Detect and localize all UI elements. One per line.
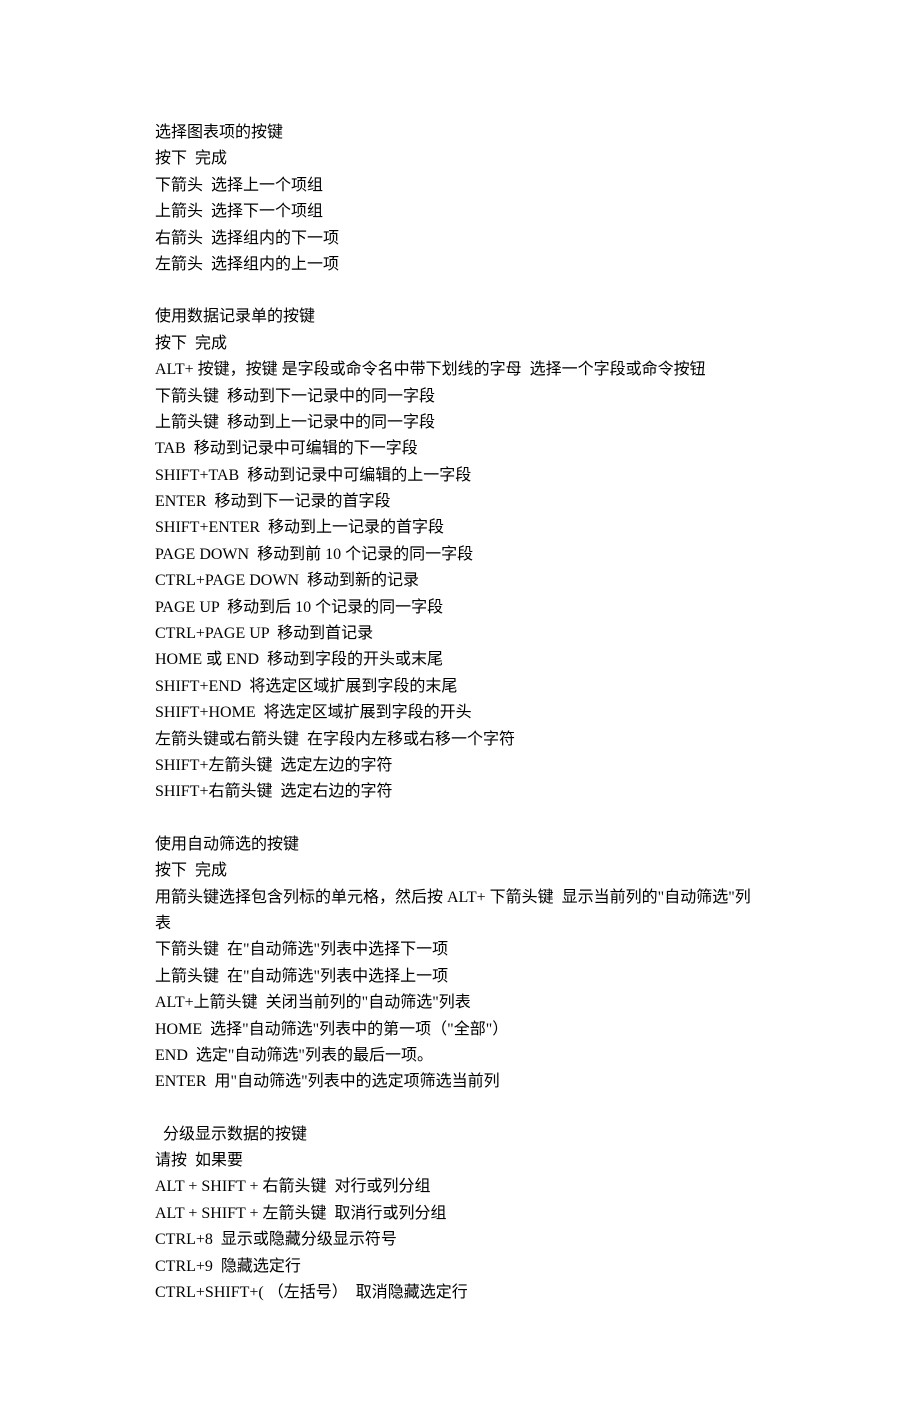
text-line: CTRL+PAGE UP 移动到首记录 [155, 621, 765, 647]
text-line: ALT+ 按键，按键 是字段或命令名中带下划线的字母 选择一个字段或命令按钮 [155, 357, 765, 383]
text-line: END 选定"自动筛选"列表的最后一项。 [155, 1043, 765, 1069]
text-line: SHIFT+左箭头键 选定左边的字符 [155, 753, 765, 779]
text-line: SHIFT+右箭头键 选定右边的字符 [155, 779, 765, 805]
text-line: 分级显示数据的按键 [155, 1122, 765, 1148]
text-line: HOME 选择"自动筛选"列表中的第一项（"全部"） [155, 1017, 765, 1043]
text-line: HOME 或 END 移动到字段的开头或末尾 [155, 647, 765, 673]
text-line: ENTER 用"自动筛选"列表中的选定项筛选当前列 [155, 1069, 765, 1095]
text-line: ALT+上箭头键 关闭当前列的"自动筛选"列表 [155, 990, 765, 1016]
text-line: 上箭头 选择下一个项组 [155, 199, 765, 225]
text-line: 使用自动筛选的按键 [155, 832, 765, 858]
text-line: 选择图表项的按键 [155, 120, 765, 146]
text-line: 按下 完成 [155, 858, 765, 884]
text-line: 请按 如果要 [155, 1148, 765, 1174]
text-line: ALT + SHIFT + 右箭头键 对行或列分组 [155, 1174, 765, 1200]
text-line: 按下 完成 [155, 146, 765, 172]
text-line: ALT + SHIFT + 左箭头键 取消行或列分组 [155, 1201, 765, 1227]
text-line: PAGE UP 移动到后 10 个记录的同一字段 [155, 595, 765, 621]
section-chart-keys: 选择图表项的按键 按下 完成 下箭头 选择上一个项组 上箭头 选择下一个项组 右… [155, 120, 765, 278]
text-line: ENTER 移动到下一记录的首字段 [155, 489, 765, 515]
text-line: 右箭头 选择组内的下一项 [155, 226, 765, 252]
text-line: 用箭头键选择包含列标的单元格，然后按 ALT+ 下箭头键 显示当前列的"自动筛选… [155, 885, 765, 938]
section-outline-keys: 分级显示数据的按键 请按 如果要 ALT + SHIFT + 右箭头键 对行或列… [155, 1122, 765, 1307]
text-line: SHIFT+END 将选定区域扩展到字段的末尾 [155, 674, 765, 700]
text-line: CTRL+PAGE DOWN 移动到新的记录 [155, 568, 765, 594]
text-line: CTRL+9 隐藏选定行 [155, 1254, 765, 1280]
text-line: 左箭头 选择组内的上一项 [155, 252, 765, 278]
text-line: 左箭头键或右箭头键 在字段内左移或右移一个字符 [155, 727, 765, 753]
text-line: SHIFT+ENTER 移动到上一记录的首字段 [155, 515, 765, 541]
text-line: CTRL+SHIFT+( （左括号） 取消隐藏选定行 [155, 1280, 765, 1306]
text-line: CTRL+8 显示或隐藏分级显示符号 [155, 1227, 765, 1253]
text-line: TAB 移动到记录中可编辑的下一字段 [155, 436, 765, 462]
text-line: SHIFT+HOME 将选定区域扩展到字段的开头 [155, 700, 765, 726]
section-autofilter-keys: 使用自动筛选的按键 按下 完成 用箭头键选择包含列标的单元格，然后按 ALT+ … [155, 832, 765, 1096]
text-line: 上箭头键 移动到上一记录中的同一字段 [155, 410, 765, 436]
text-line: 下箭头键 移动到下一记录中的同一字段 [155, 384, 765, 410]
text-line: 按下 完成 [155, 331, 765, 357]
document-page: 选择图表项的按键 按下 完成 下箭头 选择上一个项组 上箭头 选择下一个项组 右… [0, 0, 920, 1412]
text-line: 上箭头键 在"自动筛选"列表中选择上一项 [155, 964, 765, 990]
text-line: 下箭头键 在"自动筛选"列表中选择下一项 [155, 937, 765, 963]
text-line: 下箭头 选择上一个项组 [155, 173, 765, 199]
text-line: SHIFT+TAB 移动到记录中可编辑的上一字段 [155, 463, 765, 489]
text-line: PAGE DOWN 移动到前 10 个记录的同一字段 [155, 542, 765, 568]
section-data-form-keys: 使用数据记录单的按键 按下 完成 ALT+ 按键，按键 是字段或命令名中带下划线… [155, 304, 765, 805]
text-line: 使用数据记录单的按键 [155, 304, 765, 330]
